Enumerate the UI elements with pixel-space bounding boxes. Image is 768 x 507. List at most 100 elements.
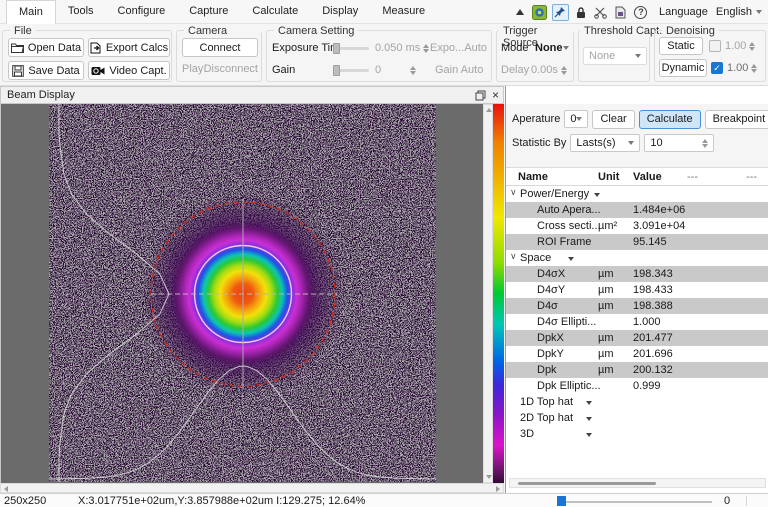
beam-image[interactable]: [49, 104, 436, 482]
gain-slider[interactable]: [333, 69, 369, 72]
threshold-select[interactable]: None: [583, 47, 647, 65]
dynamic-denoise-value[interactable]: 1.00: [727, 62, 748, 74]
table-group-row[interactable]: 2D Top hat: [506, 410, 768, 426]
language-select[interactable]: English: [712, 4, 766, 20]
scissors-icon[interactable]: [593, 4, 609, 20]
dynamic-denoise-button[interactable]: Dynamic: [659, 59, 707, 77]
expand-chevron-icon[interactable]: ∨: [510, 251, 517, 262]
open-data-button[interactable]: Open Data: [8, 38, 84, 57]
menu-tabs: Main Tools Configure Capture Calculate D…: [0, 0, 437, 24]
tab-calculate[interactable]: Calculate: [240, 0, 310, 24]
play-button[interactable]: Play: [182, 63, 203, 75]
tab-capture[interactable]: Capture: [177, 0, 240, 24]
gain-value[interactable]: 0: [375, 64, 381, 76]
group-menu-icon[interactable]: [594, 193, 600, 197]
dropdown-chevron-icon: [576, 117, 582, 121]
export-calcs-button[interactable]: Export Calcs: [88, 38, 170, 57]
static-denoise-button[interactable]: Static: [659, 37, 703, 55]
table-row[interactable]: ROI Frame 95.145: [506, 234, 768, 250]
beam-display-vertical-scrollbar[interactable]: [483, 104, 493, 483]
dropdown-chevron-icon: [635, 54, 641, 58]
statistic-count-spinbox[interactable]: 10: [644, 134, 714, 152]
table-row[interactable]: D4σ Ellipti... 1.000: [506, 314, 768, 330]
table-group-row[interactable]: ∨ Power/Energy: [506, 186, 768, 202]
statistic-count-spinner[interactable]: [702, 139, 708, 148]
exposure-slider[interactable]: [333, 47, 369, 50]
scroll-left-icon[interactable]: [4, 486, 8, 492]
app-logo-icon[interactable]: [532, 4, 548, 20]
open-data-label: Open Data: [28, 42, 81, 54]
table-row[interactable]: DpkY µm 201.696: [506, 346, 768, 362]
trigger-mode-select[interactable]: None: [529, 39, 573, 56]
beam-calc-controls: Aperature 0 Clear Calculate Breakpoint S…: [506, 104, 768, 168]
group-menu-icon[interactable]: [586, 433, 592, 437]
table-row[interactable]: D4σY µm 198.433: [506, 282, 768, 298]
tab-main[interactable]: Main: [6, 0, 56, 24]
table-row[interactable]: DpkX µm 201.477: [506, 330, 768, 346]
menu-bar: Main Tools Configure Capture Calculate D…: [0, 0, 768, 24]
frame-slider-handle[interactable]: [557, 496, 566, 506]
table-group-row[interactable]: 1D Top hat: [506, 394, 768, 410]
dynamic-denoise-spinner[interactable]: [751, 64, 757, 73]
tab-display[interactable]: Display: [310, 0, 370, 24]
lock-icon[interactable]: [573, 4, 589, 20]
group-menu-icon[interactable]: [586, 401, 592, 405]
gain-spinner[interactable]: [410, 66, 416, 75]
connect-button[interactable]: Connect: [182, 38, 258, 57]
gain-auto-button[interactable]: Gain Auto: [435, 64, 483, 76]
scrollbar-thumb[interactable]: [518, 482, 656, 485]
table-row[interactable]: D4σ µm 198.388: [506, 298, 768, 314]
results-table: ∨ Power/Energy Auto Apera... 1.484e+06 C…: [506, 186, 768, 442]
table-row[interactable]: D4σX µm 198.343: [506, 266, 768, 282]
statistic-by-label: Statistic By: [512, 137, 566, 149]
exposure-value[interactable]: 0.050 ms: [375, 42, 420, 54]
table-group-row[interactable]: ∨ Space: [506, 250, 768, 266]
beam-display-horizontal-scrollbar[interactable]: [0, 483, 504, 493]
group-menu-icon[interactable]: [568, 257, 574, 261]
float-window-icon[interactable]: [475, 90, 486, 101]
beam-display-content: [0, 104, 492, 483]
pin-icon[interactable]: [552, 4, 569, 21]
expand-chevron-icon[interactable]: ∨: [510, 187, 517, 198]
static-denoise-checkbox[interactable]: [709, 40, 721, 52]
close-icon[interactable]: ×: [492, 89, 499, 101]
delay-spinner[interactable]: [561, 66, 567, 75]
breakpoint-button[interactable]: Breakpoint: [705, 110, 768, 129]
beam-calc-horizontal-scrollbar[interactable]: [509, 478, 766, 488]
tab-configure[interactable]: Configure: [106, 0, 178, 24]
beam-display-titlebar[interactable]: Beam Display ×: [0, 86, 504, 104]
table-row[interactable]: Cross secti... µm² 3.091e+04: [506, 218, 768, 234]
check-icon: ✓: [713, 63, 721, 74]
disconnect-button[interactable]: Disconnect: [204, 63, 258, 75]
delay-value[interactable]: 0.00s: [531, 64, 558, 76]
exposure-spinner[interactable]: [423, 44, 429, 53]
clear-button[interactable]: Clear: [592, 110, 634, 129]
denoising-label: Denoising: [662, 25, 719, 37]
table-row[interactable]: Dpk µm 200.132: [506, 362, 768, 378]
video-capture-button[interactable]: Video Capt.: [88, 61, 170, 80]
frame-slider-track[interactable]: [557, 501, 712, 503]
static-denoise-spinner[interactable]: [749, 42, 755, 51]
scroll-up-icon[interactable]: [486, 108, 492, 112]
resolution-readout: 250x250: [4, 495, 46, 507]
scroll-down-icon[interactable]: [486, 475, 492, 479]
camera-connect-group: Camera Connect Connect Play Disconnect: [176, 30, 262, 82]
table-group-row[interactable]: 3D: [506, 426, 768, 442]
tab-tools[interactable]: Tools: [56, 0, 106, 24]
static-denoise-value[interactable]: 1.00: [725, 40, 746, 52]
tab-measure[interactable]: Measure: [370, 0, 437, 24]
scroll-right-icon[interactable]: [496, 486, 500, 492]
exposure-auto-button[interactable]: Expo...Auto: [430, 42, 487, 54]
dynamic-denoise-checkbox[interactable]: ✓: [711, 62, 723, 74]
group-menu-icon[interactable]: [586, 417, 592, 421]
table-row[interactable]: Auto Apera... 1.484e+06: [506, 202, 768, 218]
save-data-button[interactable]: Save Data: [8, 61, 84, 80]
statistic-by-select[interactable]: Lasts(s): [570, 134, 640, 152]
collapse-ribbon-icon[interactable]: [512, 4, 528, 20]
results-table-header[interactable]: Name Unit Value --- ---: [506, 168, 768, 186]
image-file-icon[interactable]: [613, 4, 629, 20]
help-icon[interactable]: ?: [633, 4, 649, 20]
aperture-select[interactable]: 0: [564, 110, 588, 128]
table-row[interactable]: Dpk Elliptic... 0.999: [506, 378, 768, 394]
calculate-button[interactable]: Calculate: [639, 110, 701, 129]
